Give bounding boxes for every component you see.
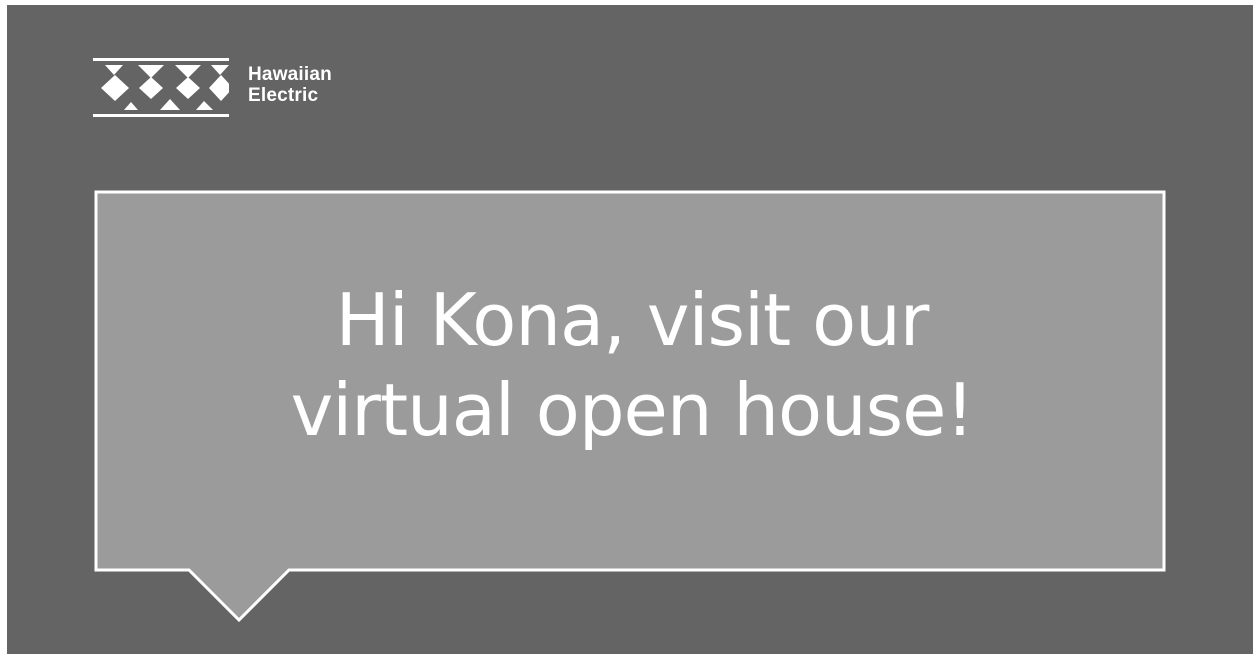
headline-line2: virtual open house! (290, 368, 975, 452)
headline: Hi Kona, visit our virtual open house! (97, 275, 1167, 455)
banner: Hawaiian Electric Hi Kona, visit our vir… (7, 5, 1253, 654)
headline-line1: Hi Kona, visit our (335, 278, 930, 362)
